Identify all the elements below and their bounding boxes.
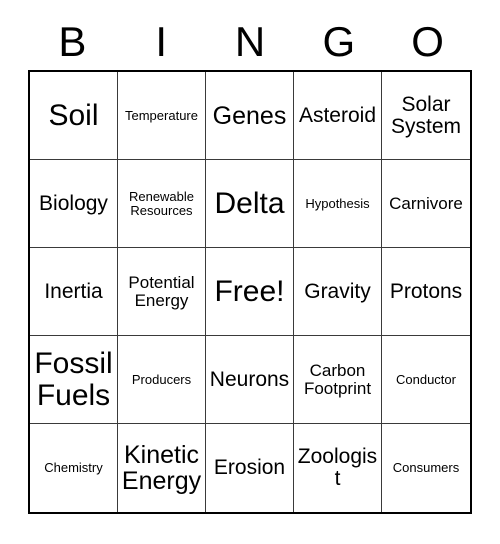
bingo-cell-label: Temperature xyxy=(125,107,198,123)
bingo-cell[interactable]: Inertia xyxy=(30,248,118,336)
bingo-cell-label: Free! xyxy=(214,274,285,308)
bingo-cell-label: Chemistry xyxy=(44,460,103,476)
header-letter-b: B xyxy=(58,18,87,65)
bingo-cell-label: Neurons xyxy=(209,367,290,391)
bingo-cell-free[interactable]: Free! xyxy=(206,248,294,336)
bingo-cell[interactable]: Carnivore xyxy=(382,160,470,248)
bingo-cell-label: Carbon Footprint xyxy=(303,360,372,398)
bingo-cell[interactable]: Temperature xyxy=(118,72,206,160)
bingo-cell[interactable]: Delta xyxy=(206,160,294,248)
bingo-cell-label: Producers xyxy=(131,371,192,387)
bingo-cell[interactable]: Soil xyxy=(30,72,118,160)
bingo-cell[interactable]: Consumers xyxy=(382,424,470,512)
header-letter-i: I xyxy=(155,18,168,65)
bingo-cell-label: Hypothesis xyxy=(305,195,370,211)
bingo-cell-label: Inertia xyxy=(44,279,103,303)
bingo-cell[interactable]: Potential Energy xyxy=(118,248,206,336)
header-letter-g: G xyxy=(322,18,356,65)
bingo-cell-label: Kinetic Energy xyxy=(121,441,202,495)
bingo-cell[interactable]: Asteroid xyxy=(294,72,382,160)
bingo-cell[interactable]: Erosion xyxy=(206,424,294,512)
bingo-cell[interactable]: Hypothesis xyxy=(294,160,382,248)
bingo-cell[interactable]: Chemistry xyxy=(30,424,118,512)
bingo-cell-label: Asteroid xyxy=(298,103,377,127)
bingo-cell-label: Potential Energy xyxy=(128,272,195,310)
bingo-cell[interactable]: Conductor xyxy=(382,336,470,424)
bingo-cell-label: Gravity xyxy=(304,279,371,303)
header-letter-n: N xyxy=(234,18,266,65)
bingo-cell[interactable]: Solar System xyxy=(382,72,470,160)
bingo-cell[interactable]: Neurons xyxy=(206,336,294,424)
header-letter-o: O xyxy=(411,18,444,65)
bingo-cell-label: Erosion xyxy=(213,456,286,480)
bingo-cell-label: Zoologist xyxy=(297,445,378,490)
bingo-cell-label: Consumers xyxy=(392,460,460,476)
bingo-card: B I N G O Soil Temperature Genes Asteroid So… xyxy=(0,0,500,544)
bingo-cell-label: Biology xyxy=(39,191,108,215)
bingo-cell[interactable]: Carbon Footprint xyxy=(294,336,382,424)
bingo-cell-label: Delta xyxy=(214,186,285,220)
bingo-cell-label: Soil xyxy=(48,98,99,132)
bingo-cell[interactable]: Fossil Fuels xyxy=(30,336,118,424)
bingo-cell[interactable]: Protons xyxy=(382,248,470,336)
bingo-header: B I N G O xyxy=(28,14,472,70)
bingo-cell-label: Genes xyxy=(212,101,287,130)
bingo-cell[interactable]: Gravity xyxy=(294,248,382,336)
bingo-cell[interactable]: Producers xyxy=(118,336,206,424)
bingo-cell[interactable]: Renewable Resources xyxy=(118,160,206,248)
bingo-cell-label: Carnivore xyxy=(389,193,463,213)
bingo-cell-label: Fossil Fuels xyxy=(34,347,113,412)
bingo-cell[interactable]: Kinetic Energy xyxy=(118,424,206,512)
bingo-cell[interactable]: Genes xyxy=(206,72,294,160)
bingo-cell[interactable]: Zoologist xyxy=(294,424,382,512)
bingo-cell-label: Conductor xyxy=(396,371,456,387)
bingo-cell-label: Solar System xyxy=(390,92,461,138)
bingo-cell[interactable]: Biology xyxy=(30,160,118,248)
bingo-cell-label: Protons xyxy=(389,279,463,303)
bingo-grid: Soil Temperature Genes Asteroid Solar System… xyxy=(28,70,472,514)
bingo-cell-label: Renewable Resources xyxy=(128,188,195,218)
